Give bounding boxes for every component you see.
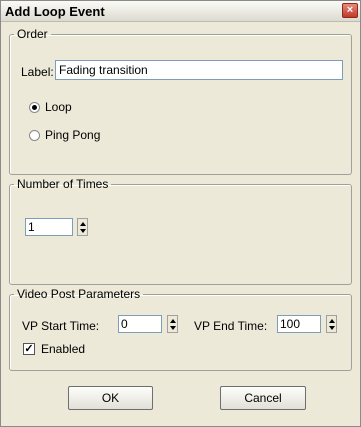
number-of-times-spinner[interactable] (77, 218, 88, 236)
label-input[interactable]: Fading transition (55, 60, 343, 80)
radio-ping-pong[interactable]: Ping Pong (29, 128, 149, 144)
title-bar[interactable]: Add Loop Event × (1, 1, 360, 22)
spinner-down-icon[interactable] (170, 326, 176, 330)
vp-start-time-spinner[interactable] (167, 315, 178, 333)
dialog-title: Add Loop Event (5, 4, 105, 19)
vp-start-time-input[interactable]: 0 (118, 315, 162, 333)
ok-button[interactable]: OK (68, 386, 153, 410)
vp-end-time-spinner[interactable] (326, 315, 337, 333)
radio-loop[interactable]: Loop (29, 100, 149, 116)
spinner-up-icon[interactable] (80, 222, 86, 226)
radio-ping-pong-indicator[interactable] (29, 130, 40, 141)
close-icon[interactable]: × (342, 3, 358, 18)
add-loop-event-dialog: Add Loop Event × Order Label: Fading tra… (0, 0, 361, 427)
cancel-button[interactable]: Cancel (220, 386, 306, 410)
radio-ping-pong-label: Ping Pong (45, 128, 101, 142)
enabled-label: Enabled (41, 342, 86, 356)
number-of-times-legend: Number of Times (17, 177, 109, 191)
number-of-times-input[interactable]: 1 (25, 218, 73, 236)
spinner-down-icon[interactable] (329, 326, 335, 330)
vp-end-time-label: VP End Time: (194, 319, 268, 333)
spinner-up-icon[interactable] (170, 319, 176, 323)
order-legend: Order (17, 27, 48, 41)
vp-end-time-input[interactable]: 100 (277, 315, 321, 333)
label-caption: Label: (21, 65, 54, 79)
radio-loop-indicator[interactable] (29, 102, 40, 113)
enabled-checkbox[interactable]: ✓ (23, 343, 35, 355)
spinner-up-icon[interactable] (329, 319, 335, 323)
vp-start-time-label: VP Start Time: (22, 319, 100, 333)
spinner-down-icon[interactable] (80, 229, 86, 233)
video-post-legend: Video Post Parameters (17, 287, 141, 301)
radio-loop-label: Loop (45, 100, 72, 114)
